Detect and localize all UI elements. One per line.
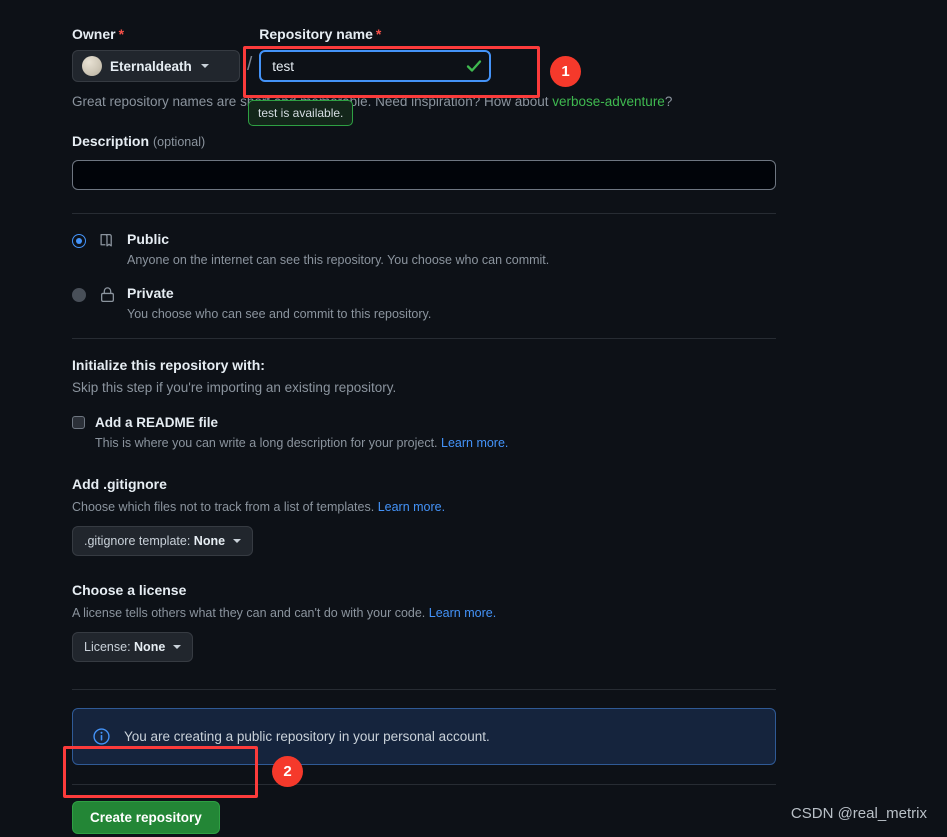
repository-name-input[interactable]	[259, 50, 492, 82]
private-option-text: Private You choose who can see and commi…	[127, 284, 431, 322]
gitignore-learn-more-link[interactable]: Learn more.	[378, 500, 445, 514]
info-icon	[93, 728, 110, 745]
divider-before-submit	[72, 784, 776, 785]
gitignore-template-dropdown[interactable]: .gitignore template: None	[72, 526, 254, 556]
create-repository-form: Owner* Eternaldeath / Repository name*	[72, 26, 776, 834]
user-avatar-icon	[82, 56, 102, 76]
repo-name-required-asterisk: *	[375, 26, 382, 42]
readme-learn-more-link[interactable]: Learn more.	[441, 436, 508, 450]
description-field: Description (optional)	[72, 133, 776, 190]
submit-row: Create repository	[72, 801, 776, 834]
chevron-down-icon	[200, 64, 209, 68]
owner-and-name-row: Owner * Eternaldeath / Repository name *	[72, 26, 776, 82]
chevron-down-icon	[173, 645, 182, 649]
info-banner-text: You are creating a public repository in …	[124, 729, 490, 744]
license-title: Choose a license	[72, 582, 187, 598]
gitignore-description: Choose which files not to track from a l…	[72, 500, 446, 514]
divider-before-banner	[72, 689, 776, 690]
visibility-option-public[interactable]: Public Anyone on the internet can see th…	[72, 230, 776, 268]
readme-description: This is where you can write a long descr…	[95, 436, 509, 450]
owner-field: Owner * Eternaldeath	[72, 26, 240, 82]
suggested-name-link[interactable]: verbose-adventure	[552, 94, 665, 109]
repository-name-input-wrap	[259, 50, 492, 82]
readme-checkbox-row[interactable]: Add a README file	[72, 415, 776, 430]
initialize-title: Initialize this repository with:	[72, 357, 265, 373]
private-description: You choose who can see and commit to thi…	[127, 307, 432, 321]
info-banner: You are creating a public repository in …	[72, 708, 776, 765]
description-input[interactable]	[72, 160, 776, 190]
name-availability-tooltip: test is available.	[248, 100, 354, 126]
repository-name-label: Repository name *	[259, 26, 382, 42]
chevron-down-icon	[233, 539, 242, 543]
gitignore-template-label: .gitignore template: None	[84, 534, 226, 548]
public-description: Anyone on the internet can see this repo…	[127, 253, 550, 267]
repository-name-helper-text: Great repository names are short and mem…	[72, 94, 673, 109]
owner-name-separator: /	[247, 54, 253, 75]
repository-name-field: Repository name *	[259, 26, 776, 82]
create-repository-page: Owner* Eternaldeath / Repository name*	[0, 0, 947, 837]
description-optional-tag: (optional)	[153, 135, 206, 149]
license-dropdown[interactable]: License: None	[72, 632, 194, 662]
license-label: License: None	[84, 640, 166, 654]
annotation-badge-1: 1	[550, 56, 581, 87]
annotation-badge-2: 2	[272, 756, 303, 787]
license-learn-more-link[interactable]: Learn more.	[429, 606, 496, 620]
lock-icon	[101, 287, 114, 303]
repo-book-icon	[100, 234, 112, 247]
create-repository-button[interactable]: Create repository	[72, 801, 220, 834]
private-radio[interactable]	[72, 288, 86, 302]
owner-label: Owner *	[72, 26, 125, 42]
description-label: Description (optional)	[72, 133, 206, 149]
public-title: Public	[127, 231, 170, 247]
initialize-section: Initialize this repository with: Skip th…	[72, 339, 776, 662]
watermark-text: CSDN @real_metrix	[790, 805, 927, 822]
public-option-text: Public Anyone on the internet can see th…	[127, 230, 549, 268]
visibility-option-private[interactable]: Private You choose who can see and commi…	[72, 284, 776, 322]
private-title: Private	[127, 285, 174, 301]
readme-label: Add a README file	[95, 415, 219, 430]
readme-checkbox[interactable]	[72, 416, 85, 429]
visibility-options: Public Anyone on the internet can see th…	[72, 214, 776, 322]
gitignore-title: Add .gitignore	[72, 476, 167, 492]
owner-dropdown-button[interactable]: Eternaldeath	[72, 50, 240, 82]
initialize-subtitle: Skip this step if you're importing an ex…	[72, 380, 397, 395]
license-description: A license tells others what they can and…	[72, 606, 497, 620]
owner-name-label: Eternaldeath	[110, 58, 192, 74]
public-radio[interactable]	[72, 234, 86, 248]
owner-required-asterisk: *	[118, 26, 125, 42]
